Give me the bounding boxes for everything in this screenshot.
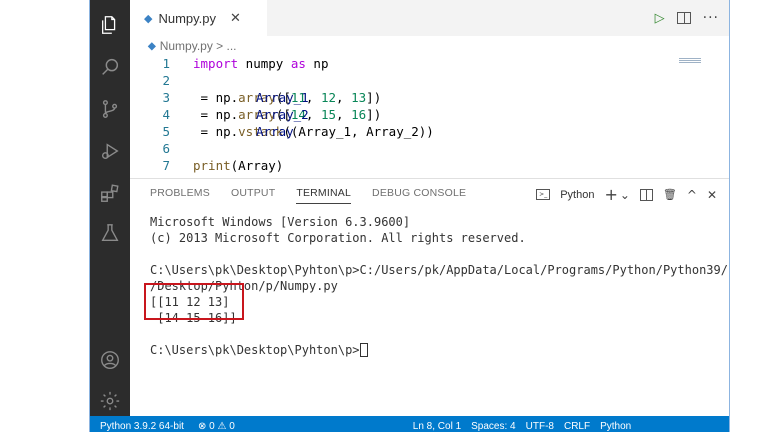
code-text: import numpy as np bbox=[193, 56, 329, 71]
code-text: print(Array) bbox=[193, 158, 284, 173]
problems-count[interactable]: ⊗ 0 ⚠ 0 bbox=[198, 421, 235, 432]
tab-terminal[interactable]: TERMINAL bbox=[296, 187, 352, 204]
terminal-line: Microsoft Windows [Version 6.3.9600] bbox=[150, 215, 411, 229]
line-number: 5 bbox=[162, 124, 170, 139]
testing-icon[interactable] bbox=[95, 218, 125, 248]
editor-actions: ▷ ··· bbox=[655, 10, 719, 26]
search-icon[interactable] bbox=[95, 52, 125, 82]
activity-bar bbox=[90, 0, 130, 432]
line-number: 3 bbox=[162, 90, 170, 105]
python-interpreter[interactable]: Python 3.9.2 64-bit bbox=[100, 421, 184, 432]
close-tab-icon[interactable]: ✕ bbox=[230, 11, 241, 26]
terminal-dropdown-icon[interactable]: ⌄ bbox=[620, 188, 630, 202]
line-number: 2 bbox=[162, 73, 170, 88]
vscode-window: ◆ Numpy.py ✕ ▷ ··· ◆ Numpy.py > ... 1 imp… bbox=[89, 0, 730, 432]
panel-actions: >_ Python + ⌄ 🗑 ^ ✕ bbox=[536, 185, 717, 204]
terminal-cursor bbox=[359, 343, 368, 357]
terminal-line: (c) 2013 Microsoft Corporation. All righ… bbox=[150, 231, 526, 245]
kill-terminal-icon[interactable]: 🗑 bbox=[663, 188, 677, 201]
indentation[interactable]: Spaces: 4 bbox=[471, 421, 515, 432]
panel-tabs: PROBLEMS OUTPUT TERMINAL DEBUG CONSOLE bbox=[150, 187, 487, 204]
line-ending[interactable]: CRLF bbox=[564, 421, 590, 432]
line-number: 7 bbox=[162, 158, 170, 173]
breadcrumb[interactable]: ◆ Numpy.py > ... bbox=[148, 38, 237, 54]
maximize-panel-icon[interactable]: ^ bbox=[687, 188, 697, 202]
encoding[interactable]: UTF-8 bbox=[526, 421, 554, 432]
breadcrumb-label: Numpy.py > ... bbox=[159, 39, 237, 53]
split-terminal-icon[interactable] bbox=[639, 188, 653, 201]
split-editor-icon[interactable] bbox=[676, 12, 691, 24]
tab-output[interactable]: OUTPUT bbox=[231, 187, 275, 204]
terminal-line: C:\Users\pk\Desktop\Pyhton\p>C:/Users/pk… bbox=[150, 263, 730, 277]
run-debug-icon[interactable] bbox=[95, 136, 125, 166]
line-number: 4 bbox=[162, 107, 170, 122]
close-panel-icon[interactable]: ✕ bbox=[707, 188, 717, 202]
more-actions-icon[interactable]: ··· bbox=[703, 10, 719, 26]
tab-debug-console[interactable]: DEBUG CONSOLE bbox=[372, 187, 466, 204]
tab-numpy-py[interactable]: ◆ Numpy.py ✕ bbox=[130, 0, 267, 36]
python-file-icon: ◆ bbox=[148, 40, 156, 52]
code-text: Array_1 = np.array([11, 12, 13]) bbox=[193, 90, 382, 105]
minimap[interactable] bbox=[679, 58, 701, 64]
status-bar: Python 3.9.2 64-bit ⊗ 0 ⚠ 0 Ln 8, Col 1 … bbox=[90, 416, 729, 432]
tab-label: Numpy.py bbox=[158, 10, 217, 26]
settings-gear-icon[interactable] bbox=[95, 386, 125, 416]
code-text: Array = np.vstack((Array_1, Array_2)) bbox=[193, 124, 434, 139]
output-highlight-box bbox=[144, 283, 244, 320]
line-number: 6 bbox=[162, 141, 170, 156]
account-icon[interactable] bbox=[95, 345, 125, 375]
extensions-icon[interactable] bbox=[95, 178, 125, 208]
terminal-name[interactable]: Python bbox=[560, 189, 594, 201]
run-python-file-icon[interactable]: ▷ bbox=[655, 11, 665, 26]
language-mode[interactable]: Python bbox=[600, 421, 631, 432]
source-control-icon[interactable] bbox=[95, 94, 125, 124]
terminal-icon: >_ bbox=[536, 189, 551, 200]
editor-tab-bar: ◆ Numpy.py ✕ ▷ ··· bbox=[130, 0, 729, 36]
explorer-icon[interactable] bbox=[95, 10, 125, 40]
line-number: 1 bbox=[162, 56, 170, 71]
cursor-position[interactable]: Ln 8, Col 1 bbox=[413, 421, 461, 432]
python-file-icon: ◆ bbox=[144, 11, 153, 25]
tab-problems[interactable]: PROBLEMS bbox=[150, 187, 210, 204]
new-terminal-button[interactable]: + bbox=[604, 185, 617, 204]
editor-area: ◆ Numpy.py ✕ ▷ ··· ◆ Numpy.py > ... 1 imp… bbox=[130, 0, 729, 178]
code-text: Array_2 = np.array([14, 15, 16]) bbox=[193, 107, 382, 122]
terminal-prompt[interactable]: C:\Users\pk\Desktop\Pyhton\p> bbox=[150, 342, 729, 358]
